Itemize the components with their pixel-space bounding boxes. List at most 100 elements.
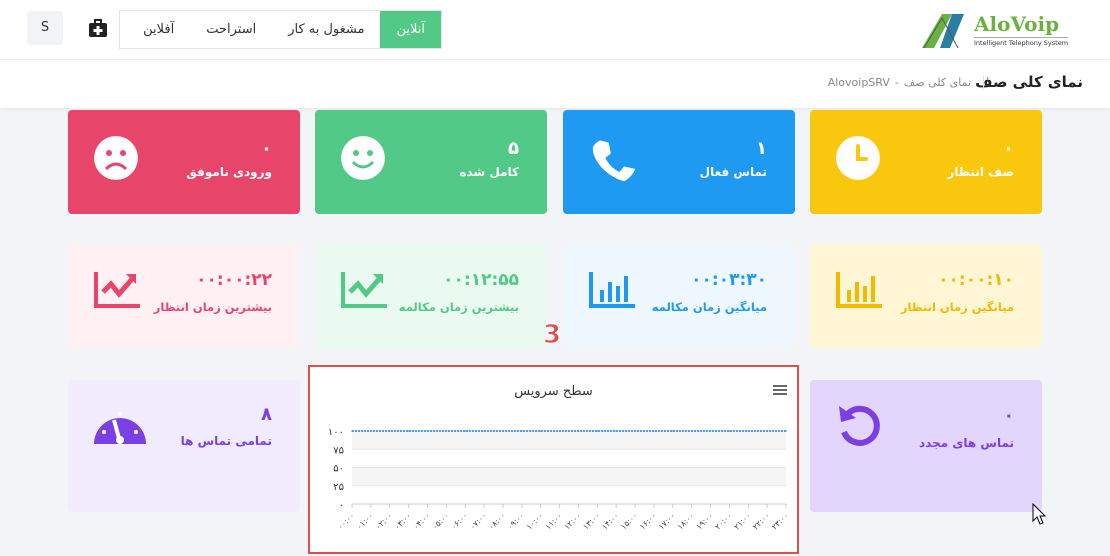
breadcrumb: نمای کلی صف-AlovoipSRV [823, 76, 984, 89]
x-tick-label: ۱۹:۰۰ [695, 511, 715, 531]
logo-tagline: Intelligent Telephony System [974, 37, 1069, 47]
page-title: نمای کلی صف [975, 73, 1083, 91]
y-tick-label: ۱۰۰ [328, 427, 344, 438]
data-point [539, 430, 542, 432]
x-tick-label: ۱۳:۰۰ [581, 511, 601, 531]
x-tick-label: ۱۷:۰۰ [657, 511, 677, 531]
y-tick-label: ۰ [339, 500, 344, 511]
stat-card-recalls: ۰ تماس های مجدد [810, 380, 1042, 512]
stat-card-max-talk: ۰۰:۱۲:۵۵ بیشترین زمان مکالمه [315, 244, 547, 348]
y-tick-label: ۷۵ [333, 445, 344, 456]
x-tick-label: ۱۵:۰۰ [619, 511, 639, 531]
stat-label: کامل شده [459, 165, 519, 179]
stat-card-avg-talk: ۰۰:۰۳:۳۰ میانگین زمان مکالمه [563, 244, 795, 348]
data-point [388, 430, 391, 432]
breadcrumb-item[interactable]: AlovoipSRV [828, 76, 890, 89]
status-break[interactable]: استراحت [190, 11, 272, 48]
x-tick-label: ۱۸:۰۰ [676, 511, 696, 531]
x-tick-label: ۰۴:۰۰ [411, 511, 431, 531]
stat-value: ۰۰:۱۲:۵۵ [443, 270, 519, 290]
redo-icon [839, 405, 880, 446]
data-point [596, 430, 599, 432]
stat-value: ۰ [261, 138, 272, 159]
first-aid-kit-icon[interactable] [88, 18, 108, 38]
stat-label: ورودی ناموفق [186, 165, 272, 179]
x-tick-label: ۲۱:۰۰ [732, 511, 752, 531]
stat-label: تمامی تماس ها [180, 434, 272, 448]
stat-label: تماس های مجدد [919, 436, 1014, 450]
stat-value: ۰ [1003, 138, 1014, 159]
smile-icon [341, 136, 385, 180]
x-tick-label: ۰۲:۰۰ [374, 511, 394, 531]
stat-value: ۱ [756, 138, 767, 159]
stat-value: ۸ [261, 404, 272, 425]
status-offline[interactable]: آفلاین [127, 11, 190, 48]
mouse-cursor-icon [1032, 503, 1046, 525]
x-tick-label: ۲۳:۰۰ [770, 511, 790, 531]
grid-band [352, 431, 786, 450]
x-tick-label: ۰۱:۰۰ [355, 511, 375, 531]
data-point [370, 430, 372, 432]
stat-card-avg-wait: ۰۰:۰۰:۱۰ میانگین زمان انتظار [810, 244, 1042, 348]
phone-icon [592, 140, 637, 182]
data-point [577, 430, 580, 432]
service-level-chart: سطح سرویس ۰ ۲۵ ۵۰ ۷۵ ۱۰۰ ۰۰:۰۰ ۰۱:۰۰ ۰۲:۰۰ ۰۳:۰۰… [308, 365, 799, 554]
stat-value: ۰ [1003, 406, 1014, 426]
logo-brand: AloVoip [974, 12, 1060, 36]
gauge-icon [94, 412, 146, 444]
y-tick-label: ۵۰ [333, 464, 344, 475]
x-tick-label: ۰۳:۰۰ [393, 511, 413, 531]
logo[interactable]: AloVoip Intelligent Telephony System [922, 12, 1084, 48]
breadcrumb-item[interactable]: نمای کلی صف [904, 76, 971, 89]
data-point [407, 430, 410, 432]
page-header: نمای کلی صف نمای کلی صف-AlovoipSRV [0, 60, 1110, 108]
data-point [671, 430, 674, 432]
stat-label: تماس فعال [699, 165, 767, 179]
stat-label: بیشترین زمان مکالمه [398, 300, 519, 314]
status-busy[interactable]: مشغول به کار [272, 11, 380, 48]
stat-value: ۰۰:۰۳:۳۰ [691, 270, 767, 290]
x-tick-label: ۱۶:۰۰ [638, 511, 658, 531]
x-tick-label: ۰۹:۰۰ [506, 511, 526, 531]
data-point [785, 430, 787, 432]
data-point [690, 430, 693, 432]
stat-label: میانگین زمان انتظار [900, 300, 1014, 314]
stat-label: میانگین زمان مکالمه [651, 300, 767, 314]
y-tick-label: ۲۵ [333, 482, 344, 493]
data-point [445, 430, 448, 432]
sad-icon [94, 136, 138, 180]
data-point [653, 430, 655, 432]
x-tick-label: ۲۰:۰۰ [713, 511, 733, 531]
x-tick-label: ۰۷:۰۰ [468, 511, 488, 531]
data-point [558, 430, 561, 432]
data-point [615, 430, 617, 432]
stat-card-max-wait: ۰۰:۰۰:۲۲ بیشترین زمان انتظار [68, 244, 300, 348]
stat-value: ۵ [508, 138, 519, 159]
data-point [502, 430, 504, 432]
stat-card-completed: ۵ کامل شده [315, 110, 547, 214]
stat-card-queue: ۰ صف انتظار [810, 110, 1042, 214]
clock-icon [836, 136, 880, 180]
stat-value: ۰۰:۰۰:۲۲ [196, 270, 272, 290]
trend-up-icon [94, 272, 140, 308]
chart-plot: ۰ ۲۵ ۵۰ ۷۵ ۱۰۰ ۰۰:۰۰۰۱:۰۰۰۲:۰۰۰۳:۰۰۰۴:۰۰۰۵:۰۰… [328, 427, 791, 531]
user-avatar[interactable]: S [27, 11, 63, 45]
x-tick-label: ۲۲:۰۰ [751, 511, 771, 531]
data-point [634, 430, 636, 432]
status-online[interactable]: آنلاین [380, 11, 441, 48]
stat-card-active: ۱ تماس فعال [563, 110, 795, 214]
data-point [728, 430, 731, 432]
data-point [747, 430, 750, 432]
stat-value: ۰۰:۰۰:۱۰ [938, 270, 1014, 290]
x-tick-label: ۱۲:۰۰ [562, 511, 582, 531]
x-tick-label: ۰۶:۰۰ [449, 511, 469, 531]
breadcrumb-separator: - [894, 76, 899, 89]
x-tick-label: ۱۱:۰۰ [544, 511, 564, 531]
bar-chart-icon [589, 272, 635, 308]
trend-up-icon [341, 272, 387, 308]
stat-label: بیشترین زمان انتظار [153, 300, 272, 314]
bar-chart-icon [836, 272, 882, 308]
x-tick-label: ۱۴:۰۰ [600, 511, 620, 531]
data-point [709, 430, 712, 432]
stat-label: صف انتظار [947, 165, 1014, 179]
